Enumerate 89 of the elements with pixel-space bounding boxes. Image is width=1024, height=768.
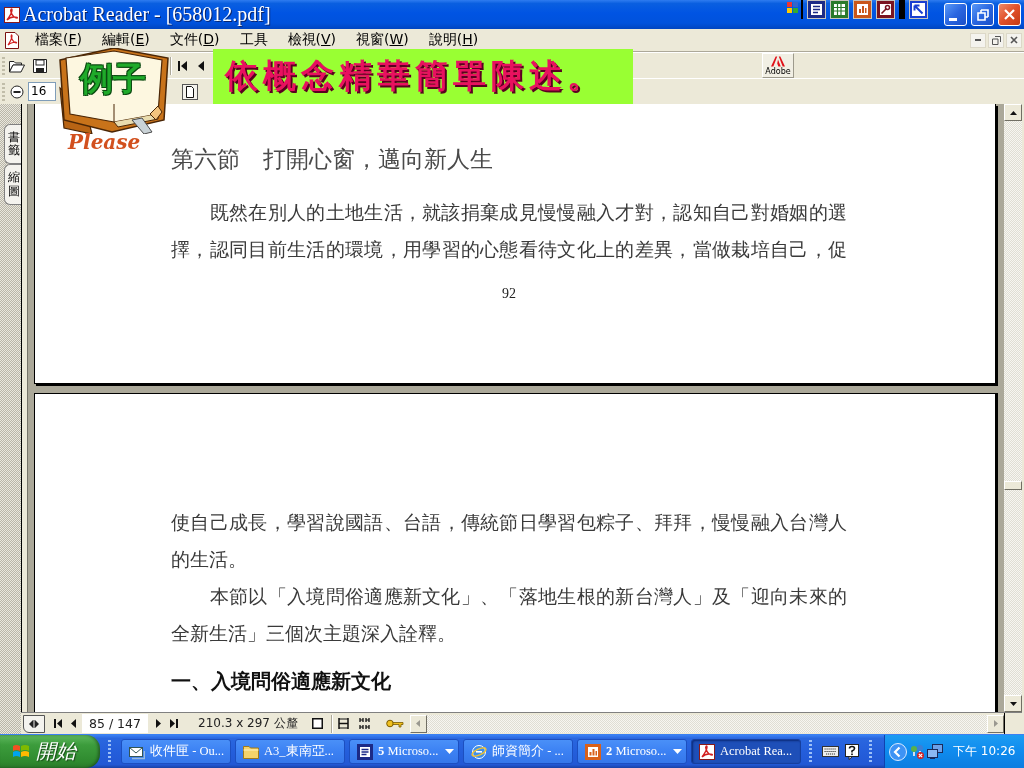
start-button[interactable]: 開始 [0,735,100,768]
zoom-out-icon[interactable] [10,84,24,99]
key-icon[interactable] [385,719,404,728]
close-document-button[interactable] [1006,32,1022,48]
facing-pages-icon[interactable] [358,718,370,729]
close-icon [1010,36,1018,44]
taskbar-button[interactable]: 師資簡介 - ... [463,739,573,764]
down-arrow-icon [1009,701,1017,706]
app-icon[interactable] [4,6,20,23]
minimize-icon [948,17,957,21]
spreadsheet-icon[interactable] [830,0,849,19]
open-folder-icon[interactable] [9,58,25,73]
book-label: 例子 [80,60,146,98]
restore-document-button[interactable] [988,32,1004,48]
help-icon[interactable] [845,743,859,760]
side-tab[interactable]: 縮圖 [4,164,21,205]
menu-item[interactable]: 編輯(E) [92,31,160,49]
menu-item[interactable]: 文件(D) [159,31,230,49]
toolbar-divider [801,0,803,19]
chart-tile-icon[interactable] [853,0,872,19]
scroll-up-button[interactable] [1004,104,1022,121]
fit-page-icon[interactable] [182,83,198,100]
taskbar-button[interactable]: 收件匣 - Ou... [121,739,231,764]
split-arrows-icon [29,719,39,728]
taskbar-button[interactable]: 5 Microso... [349,739,459,764]
scroll-left-button[interactable] [409,714,427,733]
split-handle-button[interactable] [23,714,45,733]
chart-tile-icon [585,743,601,760]
continuous-pages-icon[interactable] [337,718,349,729]
restore-icon [991,35,1001,45]
minimize-document-button[interactable] [970,32,986,48]
document-icon[interactable] [4,31,20,49]
minimize-icon [975,39,981,41]
chevron-left-icon[interactable] [889,742,907,761]
first-page-icon[interactable] [178,60,187,71]
first-page-icon[interactable] [54,719,62,728]
logo-button[interactable]: Adobe [762,53,794,78]
folder-icon [243,744,259,759]
body-paragraph: 使自己成長，學習說國語、台語，傳統節日學習包粽子、拜拜，慢慢融入台灣人的生活。 [171,510,847,573]
horizontal-scrollbar[interactable] [409,714,1004,733]
menu-item[interactable]: 檢視(V) [277,31,347,49]
subheading: 一、入境問俗適應新文化 [171,668,392,695]
zoom-field[interactable]: 16 [28,82,56,101]
document-tile-icon [357,743,373,760]
menu-item[interactable]: 檔案(F) [25,31,92,49]
menu-item[interactable]: 說明(H) [418,31,489,49]
body-paragraph: 既然在別人的土地生活，就該捐棄成見慢慢融入才對，認知自己對婚姻的選擇，認同目前生活的環境，用學習的心態看待文化上的差異，當做栽培自己，促 [171,200,847,263]
computers-icon[interactable] [927,744,943,759]
note-banner: 依概念精華簡單陳述。 [213,49,633,104]
restore-button[interactable] [971,3,994,26]
single-page-icon[interactable] [311,718,323,729]
app-icon [699,743,715,760]
network-warning-icon[interactable] [910,743,925,760]
up-arrow-icon [1009,110,1017,115]
page-number-field[interactable]: 85 / 147 [82,714,148,733]
please-caption: Please [68,129,141,155]
menu-item[interactable]: 工具 [229,31,278,49]
vertical-scrollbar[interactable] [1004,104,1022,712]
restore-icon [976,8,989,21]
scroll-down-button[interactable] [1004,695,1022,712]
body-paragraph: 本節以「入境問俗適應新文化」、「落地生根的新台灣人」及「迎向未來的全新生活」三個次主題深入詮釋。 [171,584,847,647]
previous-page-icon[interactable] [198,60,204,71]
previous-page-icon[interactable] [71,719,76,728]
close-button[interactable] [998,3,1021,26]
left-arrow-icon [416,720,421,727]
scroll-thumb[interactable] [1004,481,1022,490]
document-tile-icon[interactable] [807,0,826,19]
logo-icon [771,55,785,67]
scroll-right-button[interactable] [987,714,1004,733]
save-icon[interactable] [33,58,47,73]
taskbar-button[interactable]: Acrobat Rea... [691,739,801,764]
arrow-tile-icon[interactable] [909,0,928,19]
keyboard-icon[interactable] [822,746,839,757]
last-page-icon[interactable] [170,719,178,728]
page-number: 92 [501,285,517,303]
globe-icon [471,743,487,760]
page-size-label: 210.3 x 297 公釐 [198,715,298,732]
taskbar-button[interactable]: 2 Microso... [577,739,687,764]
clock[interactable]: 下午 10:26 [953,743,1016,760]
taskbar-button[interactable]: A3_東南亞... [235,739,345,764]
section-title: 第六節 打開心窗，邁向新人生 [171,145,494,174]
minimize-button[interactable] [944,3,967,26]
right-arrow-icon [993,720,998,727]
key-tile-icon[interactable] [876,0,895,19]
window-title: Acrobat Reader - [658012.pdf] [23,3,271,26]
menu-item[interactable]: 視窗(W) [346,31,419,49]
close-icon [1004,9,1015,20]
side-tab[interactable]: 書籤 [4,124,21,165]
next-page-icon[interactable] [156,719,161,728]
